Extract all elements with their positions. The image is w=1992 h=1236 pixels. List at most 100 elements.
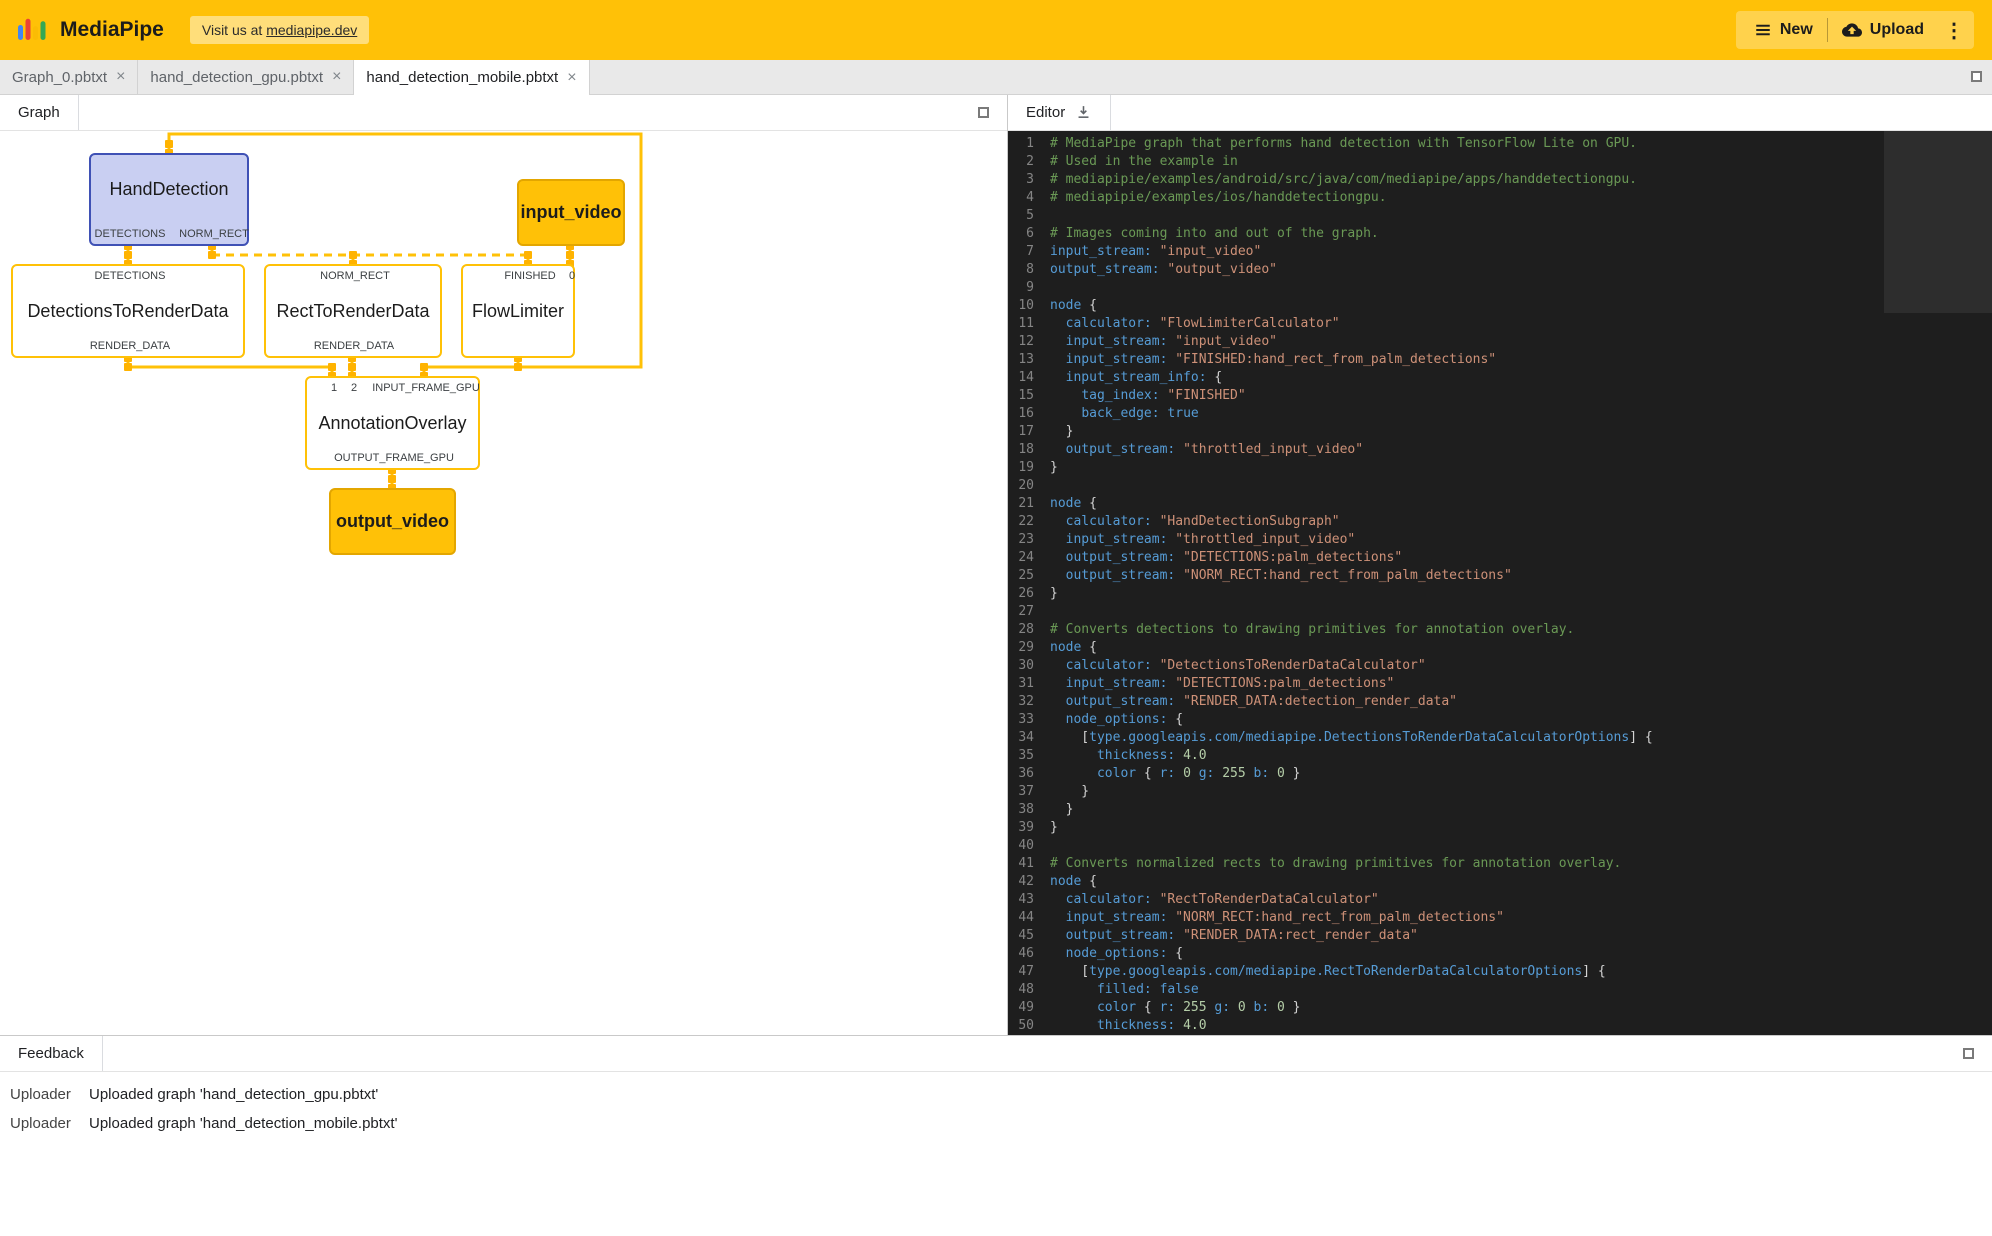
graph-node-rect-to-render-data[interactable]: NORM_RECT RectToRenderData RENDER_DATA: [264, 264, 442, 358]
graph-node-annotation-overlay[interactable]: 1 2 INPUT_FRAME_GPU AnnotationOverlay OU…: [305, 376, 480, 470]
code-line[interactable]: 34 [type.googleapis.com/mediapipe.Detect…: [1008, 729, 1880, 747]
code-line[interactable]: 31 input_stream: "DETECTIONS:palm_detect…: [1008, 675, 1880, 693]
code-editor[interactable]: 1# MediaPipe graph that performs hand de…: [1008, 131, 1992, 1035]
code-line[interactable]: 7input_stream: "input_video": [1008, 243, 1880, 261]
tab-hand-detection-gpu-pbtxt[interactable]: hand_detection_gpu.pbtxt ×: [138, 60, 354, 94]
code-line[interactable]: 20: [1008, 477, 1880, 495]
new-button[interactable]: New: [1740, 11, 1827, 49]
editor-minimap[interactable]: # MediaPipe graph that performs hand det…: [1886, 133, 1978, 312]
graph-panel-tabbar: Graph: [0, 95, 1007, 131]
code-line[interactable]: 42node {: [1008, 873, 1880, 891]
code-line[interactable]: 13 input_stream: "FINISHED:hand_rect_fro…: [1008, 351, 1880, 369]
popout-icon[interactable]: [1971, 71, 1982, 82]
code-line[interactable]: 1# MediaPipe graph that performs hand de…: [1008, 135, 1880, 153]
code-line[interactable]: 28# Converts detections to drawing primi…: [1008, 621, 1880, 639]
close-icon[interactable]: ×: [116, 69, 125, 85]
graph-canvas[interactable]: HandDetection DETECTIONS NORM_RECT input…: [0, 131, 1007, 1035]
code-line[interactable]: 23 input_stream: "throttled_input_video": [1008, 531, 1880, 549]
code-line[interactable]: 47 [type.googleapis.com/mediapipe.RectTo…: [1008, 963, 1880, 981]
line-number: 40: [1008, 837, 1050, 855]
close-icon[interactable]: ×: [567, 70, 576, 86]
popout-icon[interactable]: [1963, 1048, 1974, 1059]
code-line[interactable]: 26}: [1008, 585, 1880, 603]
graph-tab-label: Graph: [18, 104, 60, 121]
code-line[interactable]: 2# Used in the example in: [1008, 153, 1880, 171]
code-line[interactable]: 37 }: [1008, 783, 1880, 801]
code-line[interactable]: 27: [1008, 603, 1880, 621]
line-number: 33: [1008, 711, 1050, 729]
code-line[interactable]: 24 output_stream: "DETECTIONS:palm_detec…: [1008, 549, 1880, 567]
line-number: 35: [1008, 747, 1050, 765]
visit-link[interactable]: mediapipe.dev: [266, 22, 357, 38]
tab-hand-detection-mobile-pbtxt[interactable]: hand_detection_mobile.pbtxt ×: [354, 60, 589, 95]
port-label-norm-rect: NORM_RECT: [179, 228, 249, 240]
code-line[interactable]: 5: [1008, 207, 1880, 225]
line-number: 42: [1008, 873, 1050, 891]
graph-node-hand-detection[interactable]: HandDetection DETECTIONS NORM_RECT: [89, 153, 249, 246]
code-line[interactable]: 43 calculator: "RectToRenderDataCalculat…: [1008, 891, 1880, 909]
code-line[interactable]: 4# mediapipie/examples/ios/handdetection…: [1008, 189, 1880, 207]
app-header: MediaPipe Visit us at mediapipe.dev New …: [0, 0, 1992, 60]
popout-icon[interactable]: [978, 107, 989, 118]
code-line[interactable]: 30 calculator: "DetectionsToRenderDataCa…: [1008, 657, 1880, 675]
graph-node-output-video[interactable]: output_video: [329, 488, 456, 555]
code-line[interactable]: 22 calculator: "HandDetectionSubgraph": [1008, 513, 1880, 531]
code-line[interactable]: 25 output_stream: "NORM_RECT:hand_rect_f…: [1008, 567, 1880, 585]
graph-node-input-video[interactable]: input_video: [517, 179, 625, 246]
tab-graph-0-pbtxt[interactable]: Graph_0.pbtxt ×: [0, 60, 138, 94]
code-line[interactable]: 40: [1008, 837, 1880, 855]
node-title: HandDetection: [91, 155, 247, 223]
upload-button[interactable]: Upload: [1828, 11, 1938, 49]
code-line[interactable]: 29node {: [1008, 639, 1880, 657]
code-line[interactable]: 35 thickness: 4.0: [1008, 747, 1880, 765]
visit-text: Visit us at: [202, 22, 266, 38]
code-line[interactable]: 3# mediapipie/examples/android/src/java/…: [1008, 171, 1880, 189]
code-line[interactable]: 14 input_stream_info: {: [1008, 369, 1880, 387]
tab-editor[interactable]: Editor: [1008, 95, 1111, 130]
graph-node-detections-to-render-data[interactable]: DETECTIONS DetectionsToRenderData RENDER…: [11, 264, 245, 358]
code-line[interactable]: 38 }: [1008, 801, 1880, 819]
file-tabbar: Graph_0.pbtxt × hand_detection_gpu.pbtxt…: [0, 60, 1992, 95]
graph-panel: Graph HandDetection DETECTIO: [0, 95, 1007, 1035]
code-line[interactable]: 41# Converts normalized rects to drawing…: [1008, 855, 1880, 873]
line-number: 41: [1008, 855, 1050, 873]
tab-feedback[interactable]: Feedback: [0, 1036, 103, 1071]
code-line[interactable]: 11 calculator: "FlowLimiterCalculator": [1008, 315, 1880, 333]
download-icon[interactable]: [1075, 104, 1092, 121]
node-title: output_video: [331, 490, 454, 553]
line-number: 3: [1008, 171, 1050, 189]
code-line[interactable]: 10node {: [1008, 297, 1880, 315]
code-line[interactable]: 45 output_stream: "RENDER_DATA:rect_rend…: [1008, 927, 1880, 945]
code-line[interactable]: 39}: [1008, 819, 1880, 837]
line-number: 12: [1008, 333, 1050, 351]
tab-graph[interactable]: Graph: [0, 95, 79, 130]
code-line[interactable]: 19}: [1008, 459, 1880, 477]
code-line[interactable]: 6# Images coming into and out of the gra…: [1008, 225, 1880, 243]
code-line[interactable]: 9: [1008, 279, 1880, 297]
code-line[interactable]: 8output_stream: "output_video": [1008, 261, 1880, 279]
code-line[interactable]: 18 output_stream: "throttled_input_video…: [1008, 441, 1880, 459]
code-line[interactable]: 21node {: [1008, 495, 1880, 513]
code-line[interactable]: 16 back_edge: true: [1008, 405, 1880, 423]
code-line[interactable]: 48 filled: false: [1008, 981, 1880, 999]
code-line[interactable]: 50 thickness: 4.0: [1008, 1017, 1880, 1035]
code-line[interactable]: 15 tag_index: "FINISHED": [1008, 387, 1880, 405]
node-title: DetectionsToRenderData: [13, 287, 243, 335]
line-number: 20: [1008, 477, 1050, 495]
code-line[interactable]: 17 }: [1008, 423, 1880, 441]
code-line[interactable]: 46 node_options: {: [1008, 945, 1880, 963]
line-number: 13: [1008, 351, 1050, 369]
graph-node-flow-limiter[interactable]: FINISHED 0 FlowLimiter: [461, 264, 575, 358]
code-line[interactable]: 12 input_stream: "input_video": [1008, 333, 1880, 351]
kebab-menu-icon[interactable]: ⋮: [1938, 18, 1970, 43]
code-line[interactable]: 36 color { r: 0 g: 255 b: 0 }: [1008, 765, 1880, 783]
line-number: 25: [1008, 567, 1050, 585]
code-line[interactable]: 44 input_stream: "NORM_RECT:hand_rect_fr…: [1008, 909, 1880, 927]
line-number: 32: [1008, 693, 1050, 711]
close-icon[interactable]: ×: [332, 69, 341, 85]
code-line[interactable]: 33 node_options: {: [1008, 711, 1880, 729]
port-label-2: 2: [351, 382, 357, 394]
code-line[interactable]: 49 color { r: 255 g: 0 b: 0 }: [1008, 999, 1880, 1017]
port-label-finished: FINISHED: [504, 270, 555, 282]
code-line[interactable]: 32 output_stream: "RENDER_DATA:detection…: [1008, 693, 1880, 711]
